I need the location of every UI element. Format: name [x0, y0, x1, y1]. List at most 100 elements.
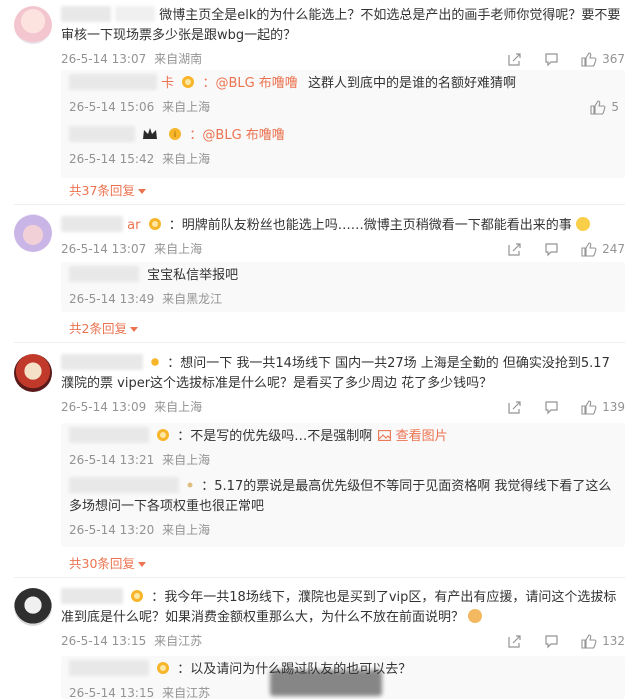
like-icon [581, 241, 597, 257]
view-image-link[interactable]: 查看图片 [378, 429, 448, 444]
comment-button[interactable] [544, 634, 559, 649]
like-count: 139 [602, 400, 625, 414]
share-icon [508, 400, 521, 414]
reply-box: 宝宝私信举报吧 26-5-14 13:49 来自黑龙江 [61, 262, 625, 312]
reply-time: 26-5-14 15:06 [69, 100, 155, 114]
reply-location: 来自上海 [162, 152, 211, 166]
username[interactable] [61, 588, 123, 604]
vip-badge-icon [157, 429, 170, 441]
divider [14, 204, 625, 205]
share-icon [508, 242, 521, 256]
username[interactable] [61, 354, 143, 370]
reply-location: 来自上海 [162, 100, 211, 114]
like-icon [581, 399, 597, 415]
reply-location: 来自上海 [162, 453, 211, 467]
chevron-down-icon [129, 327, 138, 332]
username[interactable] [61, 6, 111, 22]
like-button[interactable]: 5 [590, 98, 619, 116]
like-button[interactable]: 247 [581, 240, 625, 258]
like-count: 5 [611, 100, 619, 114]
reply-location: 来自黑龙江 [162, 292, 223, 306]
chevron-down-icon [137, 562, 146, 567]
reply-item: 宝宝私信举报吧 26-5-14 13:49 来自黑龙江 [69, 266, 239, 306]
reply-location: 来自江苏 [162, 686, 211, 699]
comment-text: ：我今年一共18场线下，濮院也是买到了vip区，有产出有应援，请问这个选拔标准到… [61, 588, 617, 625]
vip-badge-icon [182, 76, 195, 88]
comment-time: 26-5-14 13:07 [61, 242, 147, 256]
more-replies-link[interactable]: 共30条回复 [69, 553, 146, 572]
comment-meta: 26-5-14 13:07 来自上海 247 [61, 240, 625, 258]
like-icon [581, 633, 597, 649]
comment-location: 来自江苏 [154, 634, 203, 648]
like-icon [581, 51, 597, 67]
share-button[interactable] [507, 400, 522, 415]
reply-time: 26-5-14 15:42 [69, 152, 155, 166]
share-button[interactable] [507, 634, 522, 649]
comment-icon [545, 242, 558, 256]
reply-box: 卡 ：@BLG 布噜噜 这群人到底中的是谁的名额好难猜啊 26-5-14 15:… [61, 70, 625, 178]
svg-text:i: i [174, 130, 176, 139]
share-icon [508, 52, 521, 66]
comment-button[interactable] [544, 52, 559, 67]
share-icon [508, 634, 521, 648]
comment-location: 来自湖南 [154, 52, 203, 66]
comment-time: 26-5-14 13:15 [61, 634, 147, 648]
comment-time: 26-5-14 13:09 [61, 400, 147, 414]
comment-time: 26-5-14 13:07 [61, 52, 147, 66]
like-count: 132 [602, 634, 625, 648]
comment-icon [545, 52, 558, 66]
avatar[interactable] [14, 354, 52, 392]
reply-time: 26-5-14 13:20 [69, 523, 155, 537]
smile-emoji-icon [575, 217, 590, 231]
comment-meta: 26-5-14 13:15 来自江苏 132 [61, 632, 625, 650]
username[interactable] [61, 216, 123, 232]
comment-meta: 26-5-14 13:07 来自湖南 367 [61, 50, 625, 68]
avatar[interactable] [14, 588, 52, 626]
reply-time: 26-5-14 13:21 [69, 453, 155, 467]
username[interactable] [69, 126, 135, 142]
comment-location: 来自上海 [154, 242, 203, 256]
vip-badge-icon [148, 218, 161, 230]
divider [14, 342, 625, 343]
like-button[interactable]: 367 [581, 50, 625, 68]
comment-icon [545, 634, 558, 648]
username[interactable] [69, 266, 139, 282]
smile-emoji-icon [468, 609, 483, 623]
avatar[interactable] [14, 214, 52, 252]
vip-badge-icon [151, 358, 159, 366]
comment-text: ：想问一下 我一共14场线下 国内一共27场 上海是全勤的 但确实没抢到5.17… [61, 354, 610, 391]
vip-badge-icon [157, 662, 170, 674]
reply-item: 卡 ：@BLG 布噜噜 这群人到底中的是谁的名额好难猜啊 26-5-14 15:… [69, 74, 619, 116]
divider [14, 577, 625, 578]
username[interactable] [69, 74, 157, 90]
like-icon [590, 99, 606, 115]
chevron-down-icon [137, 189, 146, 194]
share-button[interactable] [507, 242, 522, 257]
like-button[interactable]: 132 [581, 632, 625, 650]
comment-icon [545, 400, 558, 414]
username[interactable] [69, 477, 179, 493]
username[interactable] [69, 427, 149, 443]
like-button[interactable]: 139 [581, 398, 625, 416]
reply-box: ：不是写的优先级吗…不是强制啊 查看图片 26-5-14 13:21 来自上海 … [61, 423, 625, 547]
like-count: 247 [602, 242, 625, 256]
comment-text: 微博主页全是elk的为什么能选上？不如选总是产出的画手老师你觉得呢？要不要审核一… [61, 6, 621, 43]
vip-badge-icon [187, 482, 193, 488]
reply-time: 26-5-14 13:15 [69, 686, 155, 699]
comment-button[interactable] [544, 400, 559, 415]
reply-item: ：5.17的票说是最高优先级但不等同于见面资格啊 我觉得线下看了这么多场想问一下… [69, 477, 612, 537]
like-count: 367 [602, 52, 625, 66]
share-button[interactable] [507, 52, 522, 67]
avatar[interactable] [14, 6, 52, 44]
more-replies-link[interactable]: 共2条回复 [69, 318, 138, 337]
reply-item: i ：@BLG 布噜噜 26-5-14 15:42 来自上海 [69, 126, 285, 166]
reply-item: ：不是写的优先级吗…不是强制啊 查看图片 26-5-14 13:21 来自上海 [69, 427, 448, 467]
comment-meta: 26-5-14 13:09 来自上海 139 [61, 398, 625, 416]
comment-button[interactable] [544, 242, 559, 257]
crown-badge-icon [143, 128, 158, 139]
more-replies-link[interactable]: 共37条回复 [69, 180, 146, 199]
overlay-watermark [270, 670, 382, 696]
reply-time: 26-5-14 13:49 [69, 292, 155, 306]
username[interactable] [69, 660, 149, 676]
vip-badge-icon [131, 590, 144, 602]
